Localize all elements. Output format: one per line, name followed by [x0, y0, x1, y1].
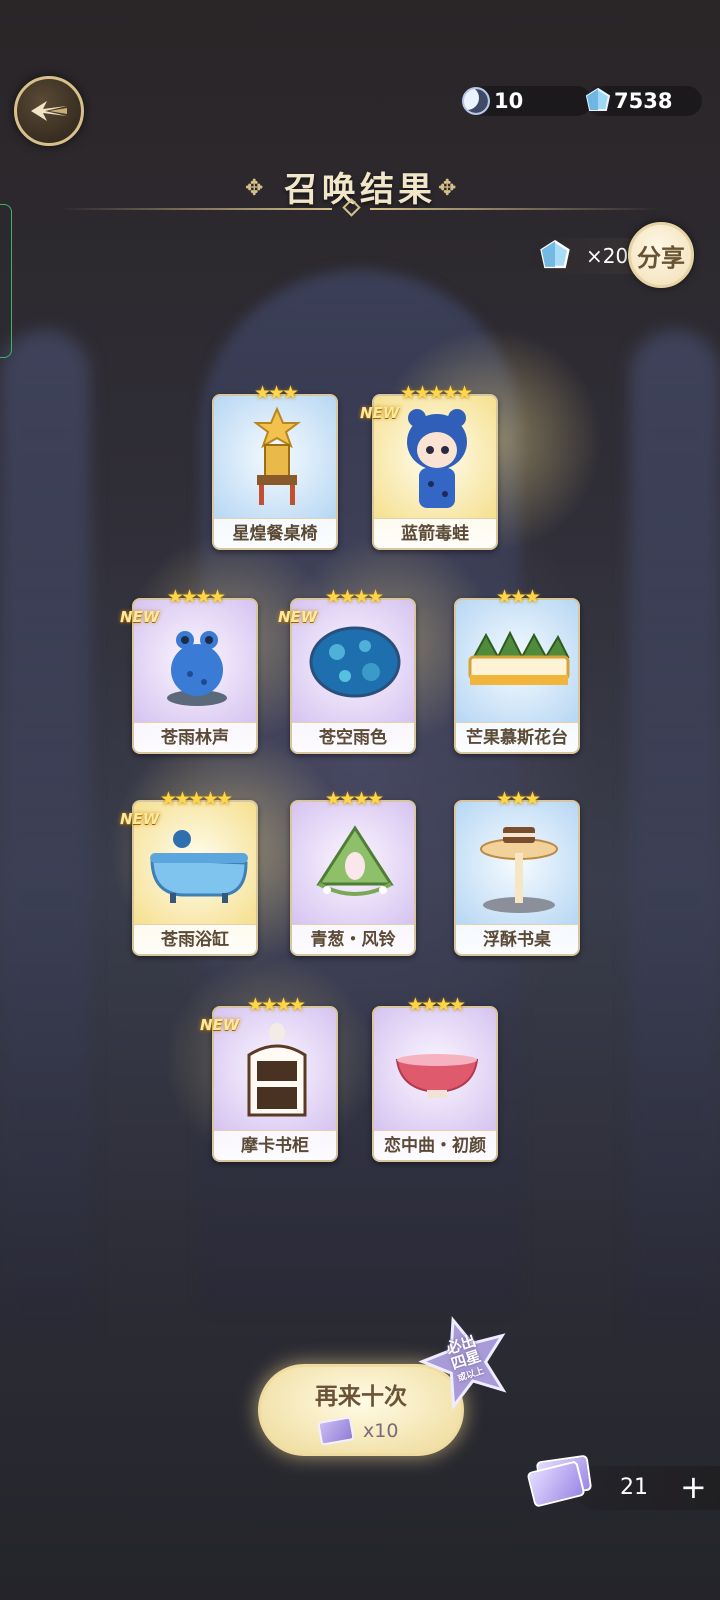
result-card-name: 青葱・风铃 [292, 924, 414, 954]
new-badge: NEW [200, 1016, 240, 1034]
right-pillar-background [630, 330, 720, 1330]
left-pillar-background [0, 330, 90, 1330]
result-card-name: 苍雨林声 [134, 722, 256, 752]
result-card-name: 苍雨浴缸 [134, 924, 256, 954]
title-divider-left [60, 208, 332, 210]
summon-cost: x10 [317, 1416, 399, 1446]
rarity-stars: ★★★★ [324, 788, 384, 810]
title-banner: ✥ 召唤结果 ✥ [60, 160, 660, 220]
rarity-stars: ★★★★ [324, 586, 384, 608]
result-card[interactable]: 青葱・风铃 [290, 800, 416, 956]
result-card[interactable]: 恋中曲・初颜 [372, 1006, 498, 1162]
summon-ticket-stack-icon [526, 1454, 593, 1508]
crystal-gem-icon [540, 239, 570, 269]
share-button[interactable]: 分享 [628, 222, 694, 288]
ticket-count-value: 21 [620, 1475, 648, 1500]
rarity-stars: ★★★ [253, 382, 299, 404]
summon-ticket-icon [317, 1416, 355, 1446]
rarity-stars: ★★★★★ [159, 788, 233, 810]
result-card[interactable]: 芒果慕斯花台 [454, 598, 580, 754]
result-card-name: 恋中曲・初颜 [374, 1130, 496, 1160]
moon-currency-icon [462, 87, 490, 115]
side-drawer-tab[interactable] [0, 204, 12, 358]
result-card-name: 浮酥书桌 [456, 924, 578, 954]
rarity-stars: ★★★ [495, 788, 541, 810]
gem-currency-value: 7538 [614, 89, 673, 113]
title-divider-right [370, 208, 660, 210]
result-card-name: 苍空雨色 [292, 722, 414, 752]
share-reward-count: ×20 [586, 244, 629, 268]
rarity-stars: ★★★★ [166, 586, 226, 608]
pink-bowl-icon [374, 1008, 496, 1132]
crystal-gem-icon [585, 87, 611, 111]
card-glow-effect [100, 330, 620, 1230]
rarity-stars: ★★★ [495, 586, 541, 608]
new-badge: NEW [278, 608, 318, 626]
result-card-name: 蓝箭毒蛙 [374, 518, 496, 548]
moon-currency-value: 10 [494, 89, 524, 113]
back-button[interactable] [14, 76, 84, 146]
result-card-name: 摩卡书柜 [214, 1130, 336, 1160]
ticket-counter: 21 + [574, 1466, 720, 1510]
title-leaf-ornament-right-icon: ✥ [438, 176, 457, 201]
rarity-stars: ★★★★ [246, 994, 306, 1016]
green-wind-chime-icon [292, 802, 414, 926]
new-badge: NEW [120, 810, 160, 828]
mango-mousse-planter-icon [456, 600, 578, 724]
star-chair-icon [214, 396, 336, 520]
page-title: 召唤结果 [284, 170, 436, 210]
rarity-stars: ★★★★ [406, 994, 466, 1016]
back-arrow-icon [31, 101, 67, 121]
result-card[interactable]: 浮酥书桌 [454, 800, 580, 956]
rarity-stars: ★★★★★ [399, 382, 473, 404]
moon-currency-display: 10 [462, 86, 592, 116]
gem-currency-display: 7538 [584, 86, 702, 116]
pastry-desk-icon [456, 802, 578, 926]
add-tickets-button[interactable]: + [680, 1468, 707, 1506]
result-card-name: 芒果慕斯花台 [456, 722, 578, 752]
result-card[interactable]: 星煌餐桌椅 [212, 394, 338, 550]
result-card-name: 星煌餐桌椅 [214, 518, 336, 548]
new-badge: NEW [360, 404, 400, 422]
new-badge: NEW [120, 608, 160, 626]
summon-cost-value: x10 [363, 1420, 399, 1442]
